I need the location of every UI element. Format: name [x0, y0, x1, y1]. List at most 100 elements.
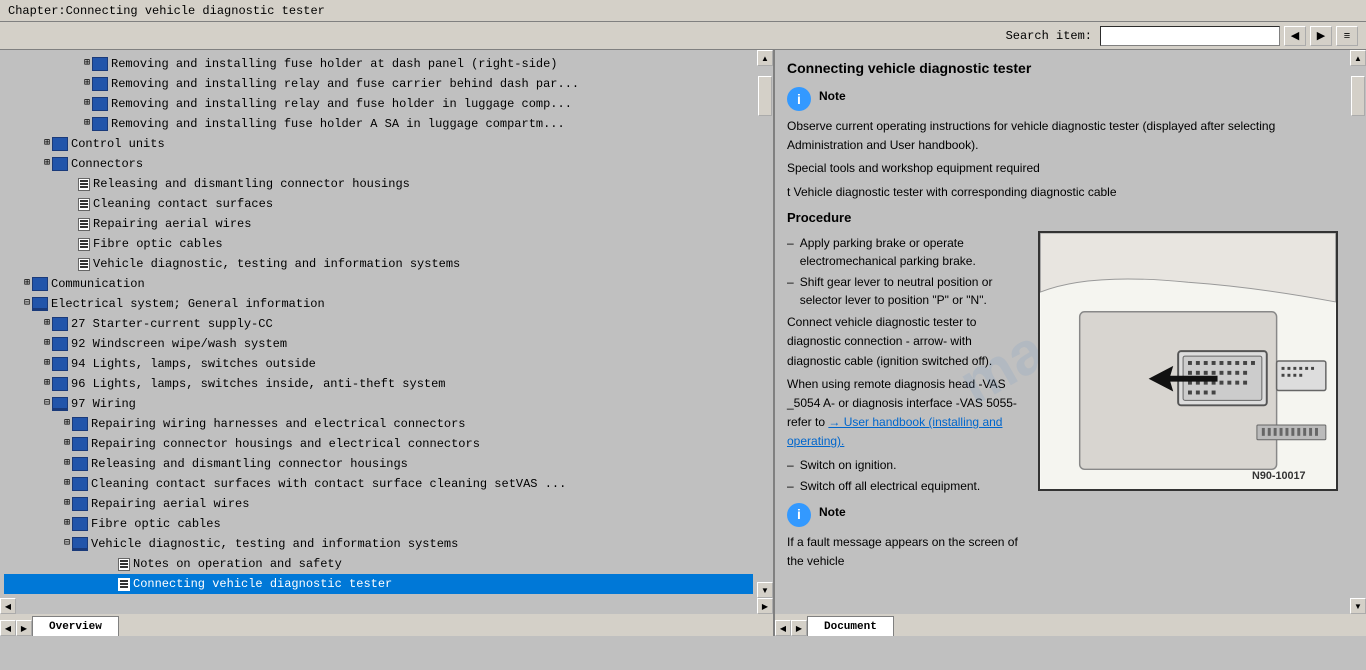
- scroll-up-button[interactable]: ▲: [757, 50, 773, 66]
- note-box-2: i Note: [787, 503, 1028, 527]
- tab-document[interactable]: Document: [807, 616, 894, 636]
- tree-item[interactable]: ⊞ Releasing and dismantling connector ho…: [4, 454, 753, 474]
- tree-item-label: 96 Lights, lamps, switches inside, anti-…: [71, 375, 445, 393]
- note-label-2: Note: [819, 503, 846, 521]
- expand-icon[interactable]: ⊞: [64, 415, 70, 433]
- tree-item[interactable]: Cleaning contact surfaces: [4, 194, 753, 214]
- book-icon: [72, 417, 88, 431]
- tree-item-label: 97 Wiring: [71, 395, 136, 413]
- note-label: Note: [819, 87, 846, 105]
- expand-icon[interactable]: ⊟: [24, 295, 30, 313]
- tree-item[interactable]: ⊞ Communication: [4, 274, 753, 294]
- tree-item[interactable]: ⊞ 96 Lights, lamps, switches inside, ant…: [4, 374, 753, 394]
- tree-item[interactable]: ⊞ Connectors: [4, 154, 753, 174]
- expand-icon[interactable]: ⊞: [44, 355, 50, 373]
- expand-icon[interactable]: ⊞: [64, 515, 70, 533]
- expand-icon[interactable]: ⊟: [44, 395, 50, 413]
- tree-item[interactable]: ⊟ Vehicle diagnostic, testing and inform…: [4, 534, 753, 554]
- book-icon: [52, 137, 68, 151]
- tab-overview[interactable]: Overview: [32, 616, 119, 636]
- expand-icon[interactable]: ⊞: [84, 115, 90, 133]
- main-panels: ⊞ Removing and installing fuse holder at…: [0, 50, 1366, 614]
- dash: –: [787, 456, 794, 474]
- tree-item-label: Connecting vehicle diagnostic tester: [133, 575, 392, 593]
- content-with-image: – Apply parking brake or operate electro…: [787, 231, 1338, 575]
- tree-item[interactable]: Fibre optic cables: [4, 234, 753, 254]
- expand-icon[interactable]: ⊞: [84, 95, 90, 113]
- tree-item-label: Removing and installing relay and fuse h…: [111, 95, 572, 113]
- tree-item[interactable]: ⊞ Removing and installing relay and fuse…: [4, 94, 753, 114]
- expand-icon[interactable]: ⊟: [64, 535, 70, 553]
- svg-text:N90-10017: N90-10017: [1252, 470, 1306, 482]
- tree-item[interactable]: Releasing and dismantling connector hous…: [4, 174, 753, 194]
- search-prev-button[interactable]: ◀: [1284, 26, 1306, 46]
- scroll-down-button[interactable]: ▼: [757, 582, 773, 598]
- tree-item[interactable]: ⊞ Repairing wiring harnesses and electri…: [4, 414, 753, 434]
- expand-icon[interactable]: ⊞: [64, 435, 70, 453]
- scroll-right-bottom-button[interactable]: ▶: [16, 620, 32, 636]
- tree-scroll-area[interactable]: ⊞ Removing and installing fuse holder at…: [0, 50, 757, 598]
- scroll-up-button-right[interactable]: ▲: [1350, 50, 1366, 66]
- tree-item[interactable]: ⊞ Removing and installing fuse holder A …: [4, 114, 753, 134]
- expand-icon[interactable]: ⊞: [64, 495, 70, 513]
- right-scrollbar[interactable]: ▲ ▼: [1350, 50, 1366, 614]
- tab-overview-label: Overview: [49, 621, 102, 633]
- search-input[interactable]: [1100, 26, 1280, 46]
- expand-icon[interactable]: ⊞: [24, 275, 30, 293]
- tree-item-label: Communication: [51, 275, 145, 293]
- tree-item[interactable]: ⊞ 27 Starter-current supply-CC: [4, 314, 753, 334]
- expand-icon[interactable]: ⊞: [44, 315, 50, 333]
- expand-icon[interactable]: ⊞: [44, 155, 50, 173]
- scroll-left-button[interactable]: ◀: [0, 598, 16, 614]
- scroll-thumb-right[interactable]: [1351, 76, 1365, 116]
- dash: –: [787, 273, 794, 309]
- tree-item[interactable]: Notes on operation and safety: [4, 554, 753, 574]
- page-icon: [78, 258, 90, 271]
- tree-item-label: Repairing aerial wires: [91, 495, 249, 513]
- scroll-track: [757, 66, 773, 582]
- tree-item[interactable]: ⊞ 92 Windscreen wipe/wash system: [4, 334, 753, 354]
- tab-document-label: Document: [824, 621, 877, 633]
- scroll-right-doc-button[interactable]: ▶: [791, 620, 807, 636]
- tree-item-label: Repairing wiring harnesses and electrica…: [91, 415, 465, 433]
- scroll-left-doc-button[interactable]: ◀: [775, 620, 791, 636]
- tree-item[interactable]: ⊟ Electrical system; General information: [4, 294, 753, 314]
- expand-icon[interactable]: ⊞: [84, 75, 90, 93]
- tree-item[interactable]: ⊞ Fibre optic cables: [4, 514, 753, 534]
- tree-item[interactable]: ⊞ Repairing connector housings and elect…: [4, 434, 753, 454]
- scroll-down-button-right[interactable]: ▼: [1350, 598, 1366, 614]
- menu-button[interactable]: ≡: [1336, 26, 1358, 46]
- expand-icon[interactable]: ⊞: [84, 55, 90, 73]
- scroll-right-button[interactable]: ▶: [757, 598, 773, 614]
- expand-icon[interactable]: ⊞: [64, 475, 70, 493]
- tool-item: t Vehicle diagnostic tester with corresp…: [787, 183, 1338, 202]
- scroll-thumb[interactable]: [758, 76, 772, 116]
- book-icon: [32, 277, 48, 291]
- tree-item[interactable]: ⊞ Control units: [4, 134, 753, 154]
- expand-icon[interactable]: ⊞: [44, 375, 50, 393]
- note-content-2: Note: [819, 503, 846, 521]
- tree-item-selected[interactable]: Connecting vehicle diagnostic tester: [4, 574, 753, 594]
- expand-icon[interactable]: ⊞: [64, 455, 70, 473]
- tree-item-label: 92 Windscreen wipe/wash system: [71, 335, 287, 353]
- tree-item[interactable]: ⊞ Removing and installing relay and fuse…: [4, 74, 753, 94]
- expand-icon[interactable]: ⊞: [44, 135, 50, 153]
- book-icon: [72, 517, 88, 531]
- scroll-left-bottom-button[interactable]: ◀: [0, 620, 16, 636]
- search-next-button[interactable]: ▶: [1310, 26, 1332, 46]
- tree-item[interactable]: ⊟ 97 Wiring: [4, 394, 753, 414]
- procedure-label: Procedure: [787, 208, 1338, 228]
- left-scrollbar[interactable]: ▲ ▼: [757, 50, 773, 598]
- book-icon: [52, 377, 68, 391]
- tree-item[interactable]: Repairing aerial wires: [4, 214, 753, 234]
- expand-icon[interactable]: ⊞: [44, 335, 50, 353]
- tree-item[interactable]: Vehicle diagnostic, testing and informat…: [4, 254, 753, 274]
- user-handbook-link[interactable]: → User handbook (installing and operatin…: [787, 415, 1002, 448]
- tree-item[interactable]: ⊞ Removing and installing fuse holder at…: [4, 54, 753, 74]
- tree-item[interactable]: ⊞ 94 Lights, lamps, switches outside: [4, 354, 753, 374]
- tree-item[interactable]: ⊞ Cleaning contact surfaces with contact…: [4, 474, 753, 494]
- left-hscrollbar[interactable]: ◀ ▶: [0, 598, 773, 614]
- tree-item[interactable]: ⊞ Repairing aerial wires: [4, 494, 753, 514]
- special-tools-label: Special tools and workshop equipment req…: [787, 159, 1338, 178]
- search-label: Search item:: [1006, 29, 1092, 43]
